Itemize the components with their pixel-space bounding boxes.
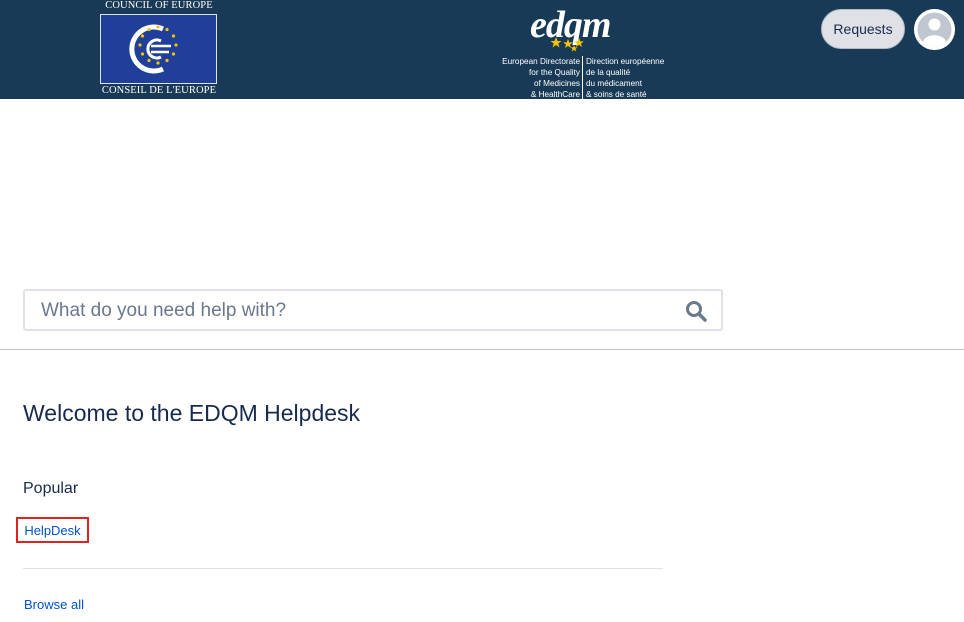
edqm-en-line: of Medicines (534, 79, 580, 88)
search-icon[interactable] (685, 300, 707, 322)
coe-logo-top-text: COUNCIL OF EUROPE (105, 0, 213, 11)
edqm-en-line: & HealthCare (530, 90, 580, 99)
popular-item-helpdesk-link[interactable]: HelpDesk (16, 517, 89, 543)
edqm-logo-divider (582, 56, 583, 99)
page-title: Welcome to the EDQM Helpdesk (23, 400, 361, 426)
edqm-stars-icon (550, 35, 600, 53)
browse-all-link[interactable]: Browse all (24, 597, 84, 612)
coe-logo-bottom-text: CONSEIL DE L'EUROPE (101, 85, 217, 96)
edqm-fr-line: & soins de santé (586, 90, 647, 99)
edqm-fr-line: de la qualité (586, 68, 631, 77)
list-divider (23, 568, 663, 569)
edqm-logo[interactable]: edqm European Directorate for the Qualit… (502, 4, 664, 99)
top-banner: COUNCIL OF EUROPE CONSEIL DE L'EUROPE ed… (0, 0, 964, 99)
search-input[interactable]: What do you need help with? (23, 289, 723, 331)
edqm-fr-line: Direction européenne (586, 57, 665, 66)
council-of-europe-logo[interactable]: COUNCIL OF EUROPE CONSEIL DE L'EUROPE (99, 0, 219, 99)
search-placeholder: What do you need help with? (41, 300, 287, 321)
edqm-en-line: for the Quality (529, 68, 580, 77)
requests-button[interactable]: Requests (821, 9, 905, 49)
section-divider (0, 349, 964, 350)
council-of-europe-emblem-icon (100, 14, 217, 84)
edqm-french-name: Direction européenne de la qualité du mé… (586, 56, 664, 100)
edqm-en-line: European Directorate (502, 57, 580, 66)
popular-heading: Popular (23, 480, 79, 497)
edqm-fr-line: du médicament (586, 79, 642, 88)
edqm-english-name: European Directorate for the Quality of … (502, 56, 580, 100)
user-avatar-icon[interactable] (914, 9, 955, 50)
